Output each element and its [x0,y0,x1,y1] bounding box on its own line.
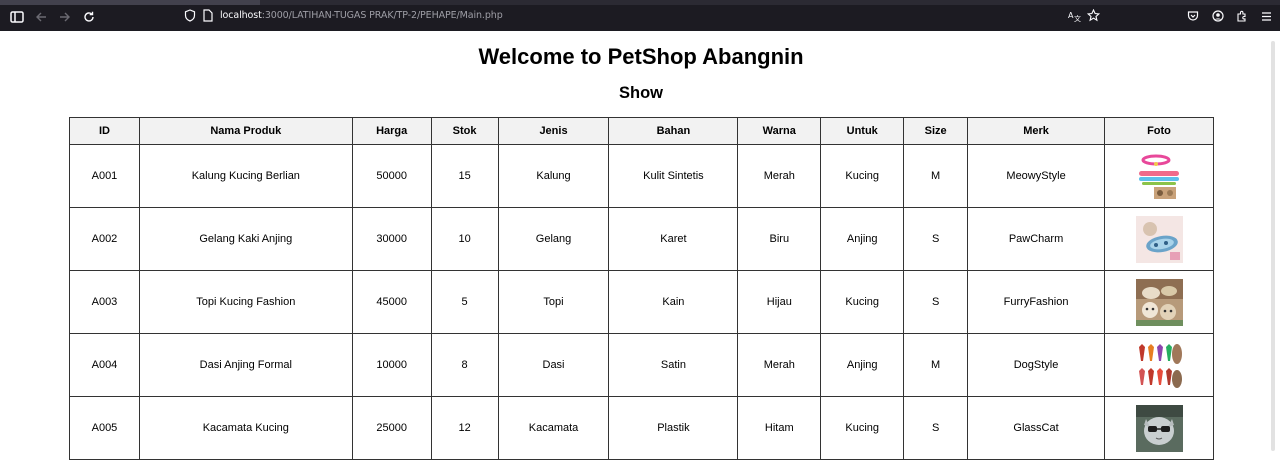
cell-nama-produk: Topi Kucing Fashion [138,270,353,334]
cell-stok: 10 [430,207,499,271]
page-content: Welcome to PetShop Abangnin Show ID Nama… [0,31,1280,467]
url-path: :3000/LATIHAN-TUGAS PRAK/TP-2/PEHAPE/Mai… [261,10,503,21]
cell-warna: Merah [737,144,822,208]
cell-stok: 15 [430,144,499,208]
cell-jenis: Gelang [497,207,610,271]
cat-collar-photo-icon [1135,152,1183,200]
table-row: A002 Gelang Kaki Anjing 30000 10 Gelang … [69,207,1214,271]
cell-jenis: Kalung [497,144,610,208]
cell-size: M [903,144,969,208]
product-table: ID Nama Produk Harga Stok Jenis Bahan Wa… [69,117,1214,460]
cat-glasses-photo-icon [1135,404,1183,452]
cell-bahan: Kain [608,270,739,334]
pocket-icon[interactable] [1187,9,1201,23]
cat-hat-photo-icon [1135,278,1183,326]
cell-harga: 10000 [351,333,432,397]
cell-merk: GlassCat [967,396,1105,460]
col-header-nama-produk: Nama Produk [138,117,353,145]
col-header-jenis: Jenis [497,117,610,145]
cell-jenis: Kacamata [497,396,610,460]
cell-harga: 30000 [351,207,432,271]
col-header-stok: Stok [430,117,499,145]
cell-stok: 12 [430,396,499,460]
cell-nama-produk: Kalung Kucing Berlian [138,144,353,208]
translate-icon[interactable]: A文 [1068,9,1082,23]
menu-icon[interactable] [1261,9,1275,23]
cell-foto [1104,207,1214,271]
url-text[interactable]: localhost:3000/LATIHAN-TUGAS PRAK/TP-2/P… [220,10,503,21]
cell-harga: 50000 [351,144,432,208]
cell-id: A004 [69,333,140,397]
cell-warna: Hijau [737,270,822,334]
extensions-icon[interactable] [1236,9,1250,23]
table-row: A004 Dasi Anjing Formal 10000 8 Dasi Sat… [69,333,1214,397]
url-host: localhost [220,10,262,21]
col-header-merk: Merk [967,117,1105,145]
cell-id: A005 [69,396,140,460]
cell-merk: PawCharm [967,207,1105,271]
col-header-untuk: Untuk [820,117,905,145]
cell-size: S [903,207,969,271]
cell-untuk: Kucing [820,144,905,208]
cell-warna: Hitam [737,396,822,460]
cell-foto [1104,270,1214,334]
col-header-size: Size [903,117,969,145]
cell-size: S [903,270,969,334]
cell-foto [1104,396,1214,460]
page-info-icon[interactable] [203,9,217,23]
shield-icon[interactable] [184,9,198,23]
table-row: A003 Topi Kucing Fashion 45000 5 Topi Ka… [69,270,1214,334]
account-icon[interactable] [1212,9,1226,23]
cell-size: S [903,396,969,460]
cell-untuk: Kucing [820,270,905,334]
cell-jenis: Dasi [497,333,610,397]
cell-merk: MeowyStyle [967,144,1105,208]
dog-tie-photo-icon [1135,341,1183,389]
table-header-row: ID Nama Produk Harga Stok Jenis Bahan Wa… [69,117,1214,145]
cell-merk: DogStyle [967,333,1105,397]
cell-foto [1104,144,1214,208]
cell-id: A001 [69,144,140,208]
cell-untuk: Kucing [820,396,905,460]
forward-arrow-icon[interactable] [57,9,73,25]
cell-nama-produk: Dasi Anjing Formal [138,333,353,397]
cell-id: A003 [69,270,140,334]
reload-icon[interactable] [81,9,97,25]
cell-size: M [903,333,969,397]
cell-bahan: Satin [608,333,739,397]
dog-bracelet-photo-icon [1135,215,1183,263]
browser-toolbar: localhost:3000/LATIHAN-TUGAS PRAK/TP-2/P… [0,0,1280,31]
cell-nama-produk: Gelang Kaki Anjing [138,207,353,271]
cell-foto [1104,333,1214,397]
cell-untuk: Anjing [820,207,905,271]
page-subtitle: Show [619,84,663,102]
sidebar-toggle-icon[interactable] [9,9,25,25]
back-arrow-icon[interactable] [33,9,49,25]
cell-warna: Merah [737,333,822,397]
cell-id: A002 [69,207,140,271]
cell-merk: FurryFashion [967,270,1105,334]
cell-harga: 25000 [351,396,432,460]
cell-warna: Biru [737,207,822,271]
cell-harga: 45000 [351,270,432,334]
cell-bahan: Kulit Sintetis [608,144,739,208]
svg-text:文: 文 [1074,14,1081,22]
cell-untuk: Anjing [820,333,905,397]
page-title: Welcome to PetShop Abangnin [478,44,804,69]
col-header-bahan: Bahan [608,117,739,145]
cell-bahan: Plastik [608,396,739,460]
table-row: A001 Kalung Kucing Berlian 50000 15 Kalu… [69,144,1214,208]
scrollbar-thumb[interactable] [1271,41,1275,451]
col-header-warna: Warna [737,117,822,145]
bookmark-star-icon[interactable] [1086,8,1101,23]
cell-stok: 8 [430,333,499,397]
cell-stok: 5 [430,270,499,334]
col-header-foto: Foto [1104,117,1214,145]
cell-bahan: Karet [608,207,739,271]
table-row: A005 Kacamata Kucing 25000 12 Kacamata P… [69,396,1214,460]
cell-jenis: Topi [497,270,610,334]
col-header-id: ID [69,117,140,145]
col-header-harga: Harga [351,117,432,145]
cell-nama-produk: Kacamata Kucing [138,396,353,460]
